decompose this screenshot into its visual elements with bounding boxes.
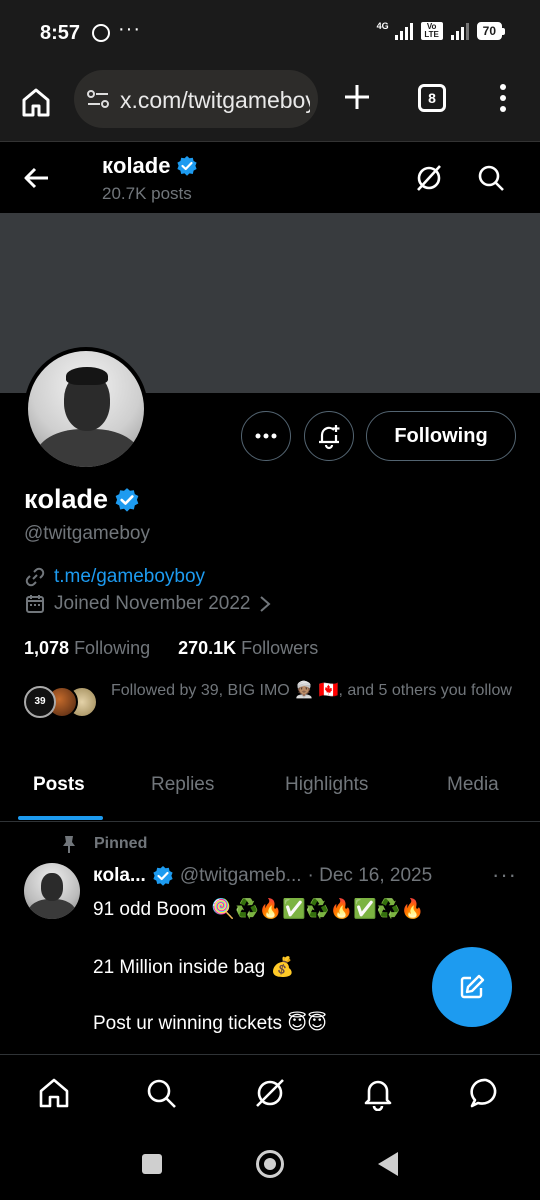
following-button[interactable]: Following [366, 411, 516, 461]
post-text-line: Post ur winning tickets 😇😇 [93, 1013, 327, 1034]
search-icon[interactable] [476, 163, 506, 193]
more-dots-icon [255, 433, 277, 439]
browser-menu-icon[interactable] [494, 82, 512, 114]
recent-apps-icon[interactable] [142, 1154, 162, 1174]
post-text-line: 21 Million inside bag 💰 [93, 957, 295, 978]
following-count: 1,078 [24, 638, 70, 658]
profile-tabs: Posts Replies Highlights Media [0, 764, 540, 822]
whatsapp-icon [92, 24, 110, 42]
post-date[interactable]: · Dec 16, 2025 [308, 865, 433, 887]
android-home-icon[interactable] [256, 1150, 284, 1178]
profile-handle: @twitgameboy [24, 523, 150, 544]
verified-badge-icon [153, 866, 173, 886]
follower-avatar: 39 [24, 686, 56, 718]
browser-home-icon[interactable] [18, 84, 54, 120]
followed-by-text[interactable]: Followed by 39, BIG IMO 👳🏽 🇨🇦, and 5 oth… [111, 680, 521, 702]
status-bar: 8:57 ··· 4G Vo LTE 70 [0, 0, 540, 66]
compose-post-button[interactable] [432, 947, 512, 1027]
profile-joined: Joined November 2022 [54, 593, 251, 614]
following-label: Following [74, 638, 151, 658]
pin-icon [63, 836, 75, 853]
profile-link-row: t.me/gameboyboy [24, 566, 205, 588]
browser-toolbar: x.com/twitgameboy 8 [0, 66, 540, 142]
verified-badge-icon[interactable] [114, 487, 140, 513]
post-header: кola... @twitgameb... · Dec 16, 2025 [93, 865, 523, 887]
post-more-button[interactable]: ··· [492, 862, 517, 888]
chevron-right-icon [260, 596, 271, 612]
profile-joined-row[interactable]: Joined November 2022 [24, 593, 272, 615]
android-nav-bar [0, 1131, 540, 1200]
grok-icon[interactable] [252, 1075, 288, 1111]
url-bar[interactable]: x.com/twitgameboy [74, 70, 318, 128]
tab-posts[interactable]: Posts [33, 774, 85, 796]
profile-header-bar: кolade 20.7K posts [0, 143, 540, 213]
header-post-count: 20.7K posts [102, 184, 192, 203]
signal-icon-2 [450, 22, 469, 40]
messages-icon[interactable] [468, 1075, 504, 1111]
new-tab-icon[interactable] [342, 82, 372, 112]
signal-icon [394, 22, 413, 40]
more-options-button[interactable] [241, 411, 291, 461]
more-notifications-icon: ··· [118, 18, 141, 40]
bottom-navigation [0, 1054, 540, 1130]
tab-switcher-button[interactable]: 8 [418, 84, 446, 112]
search-icon[interactable] [143, 1075, 179, 1111]
post-avatar[interactable] [24, 863, 80, 919]
post-text-line: 91 odd Boom 🍭♻️🔥✅♻️🔥✅♻️🔥 [93, 899, 425, 920]
post-author[interactable]: кola... [93, 865, 146, 887]
header-name: кolade [102, 153, 171, 178]
followers-stat[interactable]: 270.1K Followers [178, 638, 318, 659]
tab-replies[interactable]: Replies [151, 774, 214, 796]
volte-badge: Vo LTE [420, 22, 443, 40]
battery-icon: 70 [476, 22, 506, 40]
notifications-icon[interactable] [360, 1075, 396, 1111]
profile-name-row: кolade [24, 484, 140, 515]
grok-icon[interactable] [414, 163, 444, 193]
profile-link[interactable]: t.me/gameboyboy [54, 566, 205, 588]
pinned-row: Pinned [60, 834, 147, 854]
bell-plus-icon [319, 425, 340, 450]
header-name-row: кolade [102, 153, 198, 179]
tab-media[interactable]: Media [447, 774, 499, 796]
link-icon [25, 567, 45, 587]
status-time: 8:57 [40, 22, 81, 44]
url-text[interactable]: x.com/twitgameboy [120, 87, 310, 114]
profile-stats: 1,078 Following 270.1K Followers [24, 638, 318, 659]
android-back-icon[interactable] [378, 1152, 398, 1176]
status-indicators: 4G Vo LTE 70 [376, 21, 506, 40]
pinned-label: Pinned [94, 835, 148, 852]
followed-by-avatars[interactable]: 39 [24, 686, 98, 718]
followers-label: Followers [241, 638, 319, 658]
following-stat[interactable]: 1,078 Following [24, 638, 150, 659]
post-handle[interactable]: @twitgameb... [180, 865, 302, 887]
back-arrow-icon[interactable] [22, 163, 52, 193]
active-tab-indicator [18, 816, 103, 820]
profile-name: кolade [24, 484, 109, 514]
home-icon[interactable] [36, 1075, 72, 1111]
profile-avatar[interactable] [24, 347, 148, 471]
compose-icon [460, 974, 485, 999]
verified-badge-icon [177, 156, 198, 176]
network-type-label: 4G [376, 21, 389, 31]
tab-highlights[interactable]: Highlights [285, 774, 368, 796]
followers-count: 270.1K [178, 638, 237, 658]
calendar-icon [26, 595, 44, 613]
notify-button[interactable] [304, 411, 354, 461]
site-settings-icon[interactable] [86, 88, 110, 110]
